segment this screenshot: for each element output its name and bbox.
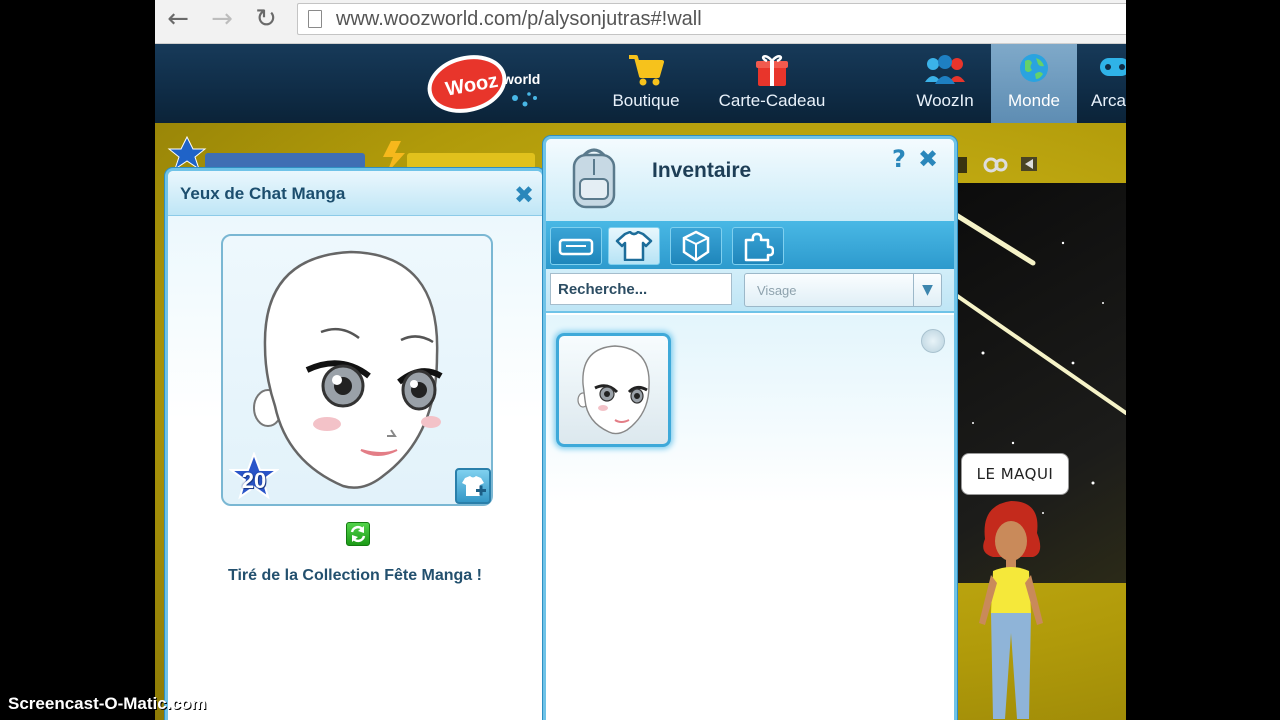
inventory-panel: Inventaire ? ✖ Recherche... Visage ▼ (543, 136, 957, 720)
inventory-filter-row: Visage ▼ (546, 269, 954, 313)
backpack-icon (572, 148, 616, 209)
inventory-item-slot[interactable] (556, 333, 671, 447)
chevron-down-icon[interactable]: ▼ (913, 274, 941, 306)
inventory-title: Inventaire (652, 159, 752, 182)
close-icon[interactable]: ✖ (514, 183, 534, 207)
tab-furniture[interactable] (550, 227, 602, 265)
puzzle-icon (744, 232, 774, 262)
wear-item-button[interactable] (455, 468, 491, 504)
category-dropdown[interactable]: Visage ▼ (744, 273, 942, 307)
browser-toolbar: ← → ↻ www.woozworld.com/p/alysonjutras#!… (155, 0, 1126, 44)
woozworld-logo[interactable]: Wooz world (425, 52, 555, 116)
search-input[interactable] (550, 273, 732, 305)
refresh-button[interactable] (346, 522, 370, 546)
nav-label: WoozIn (916, 91, 974, 110)
globe-icon (1020, 54, 1048, 82)
item-title: Yeux de Chat Manga (180, 184, 346, 203)
forward-arrow-icon[interactable]: → (207, 4, 237, 34)
nav-carte-cadeau[interactable]: Carte-Cadeau (705, 44, 839, 123)
refresh-icon (350, 525, 366, 543)
level-number: 20 (241, 468, 267, 493)
item-preview: 20 (221, 234, 493, 506)
screen: ← → ↻ www.woozworld.com/p/alysonjutras#!… (155, 0, 1126, 720)
address-bar[interactable]: www.woozworld.com/p/alysonjutras#!wall (297, 3, 1126, 35)
item-details-panel: Yeux de Chat Manga ✖ 20 Tiré de la Colle… (165, 168, 545, 720)
game-area[interactable]: LE MAQUI Yeux de Chat Manga ✖ 20 Tiré de… (155, 123, 1126, 720)
box-icon (682, 230, 710, 262)
shopping-cart-icon (629, 55, 664, 86)
reload-icon[interactable]: ↻ (251, 4, 281, 34)
tab-clothing[interactable] (608, 227, 660, 265)
logo-sub-text: world (502, 71, 540, 87)
shirt-plus-icon (462, 476, 486, 496)
gift-icon (756, 55, 788, 86)
speech-bubble: LE MAQUI (961, 453, 1069, 495)
url-text: www.woozworld.com/p/alysonjutras#!wall (336, 8, 702, 30)
inventory-tabs (546, 221, 954, 269)
inventory-header: Inventaire ? ✖ (546, 139, 954, 221)
collection-text: Tiré de la Collection Fête Manga ! (228, 567, 482, 584)
nav-label: Carte-Cadeau (718, 91, 826, 110)
scroll-up-button[interactable] (921, 329, 945, 353)
manga-face-thumbnail (577, 345, 650, 435)
category-value: Visage (757, 283, 797, 298)
close-icon[interactable]: ✖ (918, 147, 938, 171)
nav-woozin[interactable]: WoozIn (903, 44, 987, 123)
nav-label: Boutique (612, 91, 680, 110)
help-icon[interactable]: ? (892, 147, 906, 171)
player-avatar[interactable] (975, 493, 1065, 720)
nav-label: Arca (1091, 91, 1126, 110)
inventory-scrollbar[interactable] (920, 329, 945, 720)
item-panel-body: 20 Tiré de la Collection Fête Manga ! (168, 216, 542, 720)
game-controls (955, 151, 1055, 186)
page-icon (308, 10, 322, 28)
nav-arcade[interactable]: Arca (1085, 44, 1126, 123)
back-arrow-icon[interactable]: ← (163, 4, 193, 34)
people-icon (925, 55, 965, 84)
shirt-icon (615, 231, 653, 261)
tab-collections[interactable] (732, 227, 784, 265)
inventory-grid (546, 315, 954, 720)
nav-label: Monde (1008, 91, 1060, 110)
watermark-text: Screencast-O-Matic.com (8, 694, 207, 713)
tab-items[interactable] (670, 227, 722, 265)
gamepad-icon (1100, 58, 1126, 76)
site-header: Wooz world Boutique Carte-Cadeau WoozIn … (155, 44, 1126, 123)
item-panel-header: Yeux de Chat Manga ✖ (168, 171, 542, 216)
sofa-icon (558, 238, 594, 256)
level-star-icon: 20 (227, 451, 281, 507)
nav-boutique[interactable]: Boutique (598, 44, 694, 123)
nav-monde[interactable]: Monde (991, 44, 1077, 123)
